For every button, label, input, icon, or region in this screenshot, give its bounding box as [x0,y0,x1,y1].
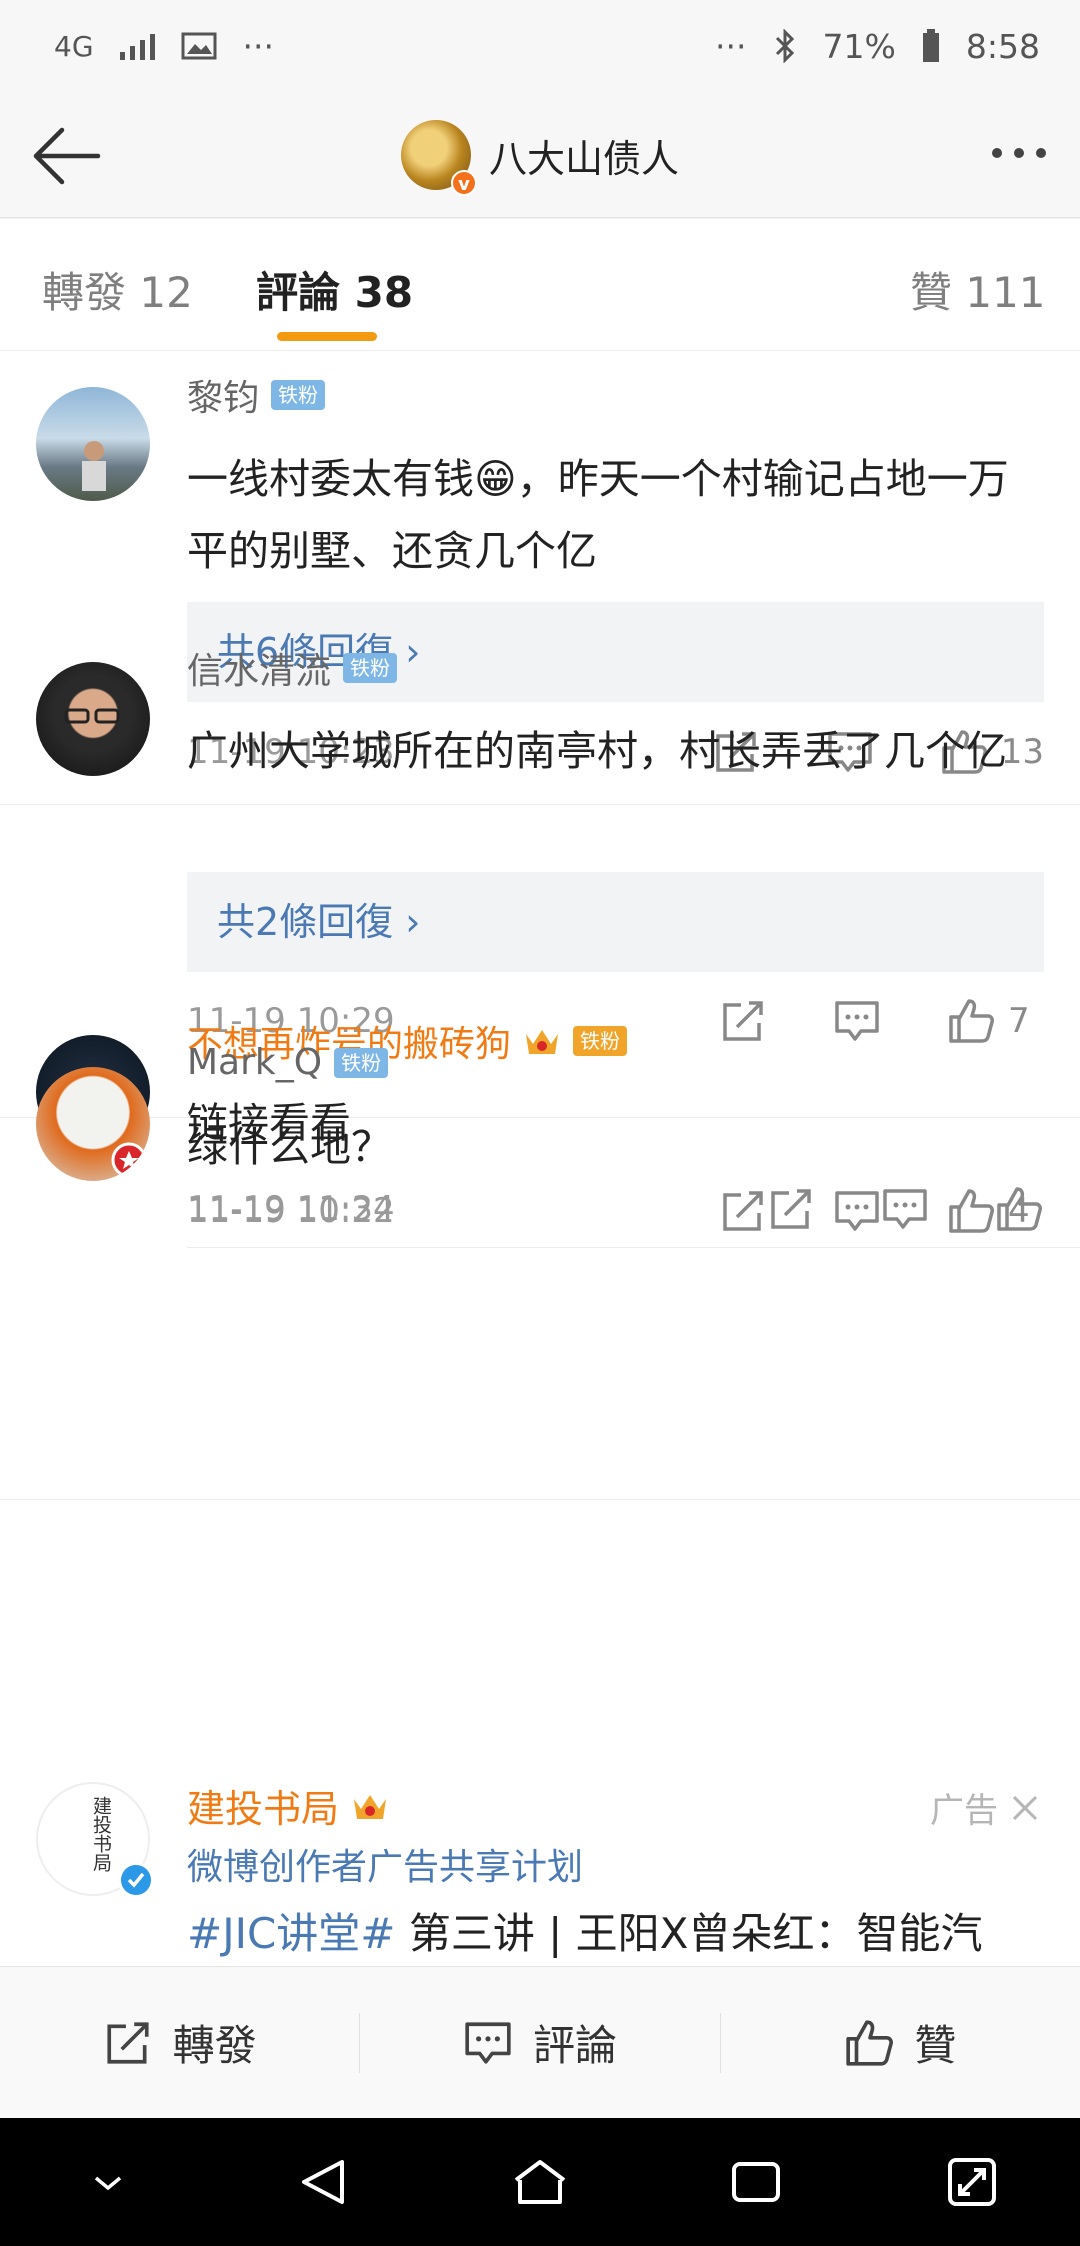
like-count: 7 [1008,1001,1030,1041]
hide-keyboard-button[interactable] [73,2147,143,2217]
avatar[interactable] [36,387,150,501]
repost-icon [723,1191,763,1231]
like-button[interactable] [946,996,996,1046]
username[interactable]: Mark_Q [187,1042,322,1083]
crown-icon [354,1794,387,1819]
verified-icon [118,1862,154,1898]
comment-text: 一线村委太有钱😁，昨天一个村输记占地一万平的别墅、还贪几个亿 [187,455,1009,575]
tab-bar: 轉發 12 評論 38 贊 111 [0,219,1080,351]
fan-badge: 铁粉 [343,653,398,683]
back-triangle-icon [302,2160,344,2204]
ad-body: 第三讲 | 王阳X曾朵红：智能汽 [395,1909,983,1958]
tab-likes[interactable]: 贊 111 [910,259,1046,320]
reply-button[interactable] [832,996,882,1046]
expand-icon [948,2158,996,2206]
username[interactable]: 信水清流 [187,642,331,694]
gallery-icon [181,32,217,60]
divider [187,1499,1080,1500]
verified-badge: v [450,170,477,196]
more-button[interactable] [992,148,1046,158]
tab-reposts[interactable]: 轉發 12 [42,259,193,320]
comment-author[interactable]: 信水清流 铁粉 [187,642,398,694]
bottom-action-bar: 轉發 評論 贊 [0,1966,1080,2118]
repost-button[interactable] [718,1186,768,1236]
comment-item: 信水清流 铁粉 广州大学城所在的南亭村，村长弄丢了几个亿 共2條回復 › 11-… [0,651,1080,1118]
status-bar: 4G ··· ··· 71% 8:58 [0,0,1080,92]
comment-icon [835,1191,879,1231]
home-icon [514,2160,566,2204]
bluetooth-icon [775,29,794,63]
like-label: 贊 [914,2021,957,2070]
chevron-down-icon [94,2176,122,2191]
thumbs-up-icon [846,2019,894,2066]
like-button[interactable] [946,1186,996,1236]
replies-link[interactable]: 共2條回復 › [187,872,1044,972]
thumbs-up-icon [949,1189,994,1233]
comment-author[interactable]: 黎钧 铁粉 [187,369,326,421]
tab-comments[interactable]: 評論 38 [256,259,413,320]
comment-meta: 11-19 10:22 4 [187,1186,1044,1236]
avatar[interactable]: v [400,120,477,196]
reply-button[interactable] [832,1186,882,1236]
timestamp: 11-19 10:22 [187,1191,395,1231]
crown-icon [526,1030,559,1054]
ad-author[interactable]: 建投书局 [187,1778,389,1833]
ad-avatar-text: 建投书局 [90,1796,112,1872]
fan-badge: 铁粉 [271,380,326,410]
avatar[interactable] [36,662,150,776]
repost-action-button[interactable]: 轉發 [0,1967,359,2119]
like-action-button[interactable]: 贊 [721,1967,1080,2119]
status-dots-right: ··· [715,26,747,66]
repost-label: 轉發 [172,2021,257,2070]
clock: 8:58 [965,26,1040,66]
comment-action-button[interactable]: 評論 [360,1967,719,2119]
thumbs-up-icon [949,999,994,1043]
fan-badge: 铁粉 [573,1026,628,1056]
avatar[interactable]: 建投书局 [36,1782,154,1898]
page-title: 八大山债人 [488,136,679,181]
network-label: 4G [54,29,94,63]
ad-subtitle[interactable]: 微博创作者广告共享计划 [187,1838,583,1890]
avatar[interactable] [36,1067,150,1181]
profile-header[interactable]: v 八大山债人 [0,92,1080,218]
repost-button[interactable] [718,996,768,1046]
comment-icon [835,1001,879,1041]
system-nav-bar [0,2118,1080,2246]
ad-label: 广告 [930,1783,1040,1832]
battery-icon [922,29,939,62]
repost-icon [107,2021,149,2064]
battery-percent: 71% [822,26,896,66]
signal-icon [119,32,155,60]
recents-icon [732,2162,780,2202]
ad-author-name[interactable]: 建投书局 [187,1778,339,1833]
nav-rotate-button[interactable] [937,2147,1007,2217]
divider [187,804,1080,805]
comment-item: 不想再炸号的搬砖狗 铁粉 链接看看 11-19 11:34 [0,1024,1080,1500]
navbar: v 八大山债人 [0,92,1080,218]
hashtag-link[interactable]: #JIC讲堂# [187,1909,395,1958]
active-tab-indicator [277,332,377,341]
comment-author[interactable]: Mark_Q 铁粉 [187,1042,389,1083]
status-dots: ··· [242,26,274,66]
nav-home-button[interactable] [505,2147,575,2217]
divider [187,1247,1080,1248]
comment-list[interactable]: 黎钧 铁粉 一线村委太有钱😁，昨天一个村输记占地一万平的别墅、还贪几个亿 共6條… [0,351,1080,1966]
more-dots-icon [992,148,1002,158]
ad-tag-text: 广告 [930,1791,998,1831]
nav-back-button[interactable] [289,2147,359,2217]
close-icon[interactable] [1010,1793,1040,1823]
comment-text: 广州大学城所在的南亭村，村长弄丢了几个亿 [187,727,1007,775]
repost-icon [723,1001,763,1041]
like-count: 4 [1008,1191,1030,1231]
nav-recents-button[interactable] [721,2147,791,2217]
username[interactable]: 黎钧 [187,369,259,421]
comment-icon [465,2021,511,2064]
comment-label: 評論 [532,2021,617,2070]
comment-text: 绿什么地？ [187,1123,392,1171]
fan-badge: 铁粉 [334,1047,389,1078]
ad-text: #JIC讲堂# 第三讲 | 王阳X曾朵红：智能汽 [187,1900,982,1961]
